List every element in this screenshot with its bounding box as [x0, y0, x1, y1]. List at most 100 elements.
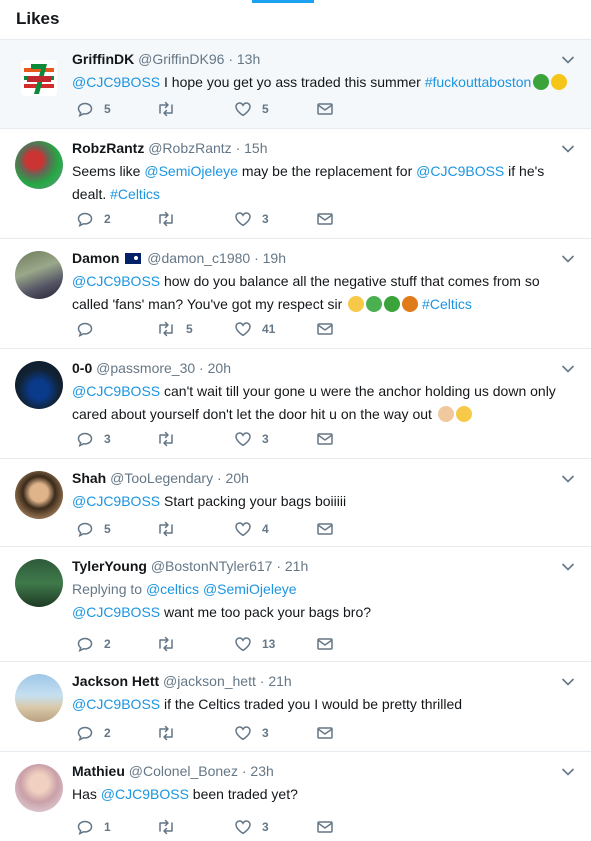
direct-message-button[interactable]	[316, 725, 334, 741]
replie-count: 2	[104, 637, 111, 651]
reply-button[interactable]: 2	[76, 725, 111, 741]
replying-to-user[interactable]: @SemiOjeleye	[203, 581, 297, 597]
like-button[interactable]: 3	[234, 819, 269, 835]
user-name[interactable]: 0-0	[72, 360, 92, 376]
mention-link[interactable]: @CJC9BOSS	[72, 604, 160, 620]
tweet-timestamp[interactable]: 19h	[263, 250, 286, 266]
direct-message-button[interactable]	[316, 321, 334, 337]
tweet-timestamp[interactable]: 20h	[208, 360, 231, 376]
mention-link[interactable]: #Celtics	[110, 186, 160, 202]
user-name[interactable]: TylerYoung	[72, 558, 147, 574]
user-name[interactable]: Jackson Hett	[72, 673, 159, 689]
like-button[interactable]: 3	[234, 431, 269, 447]
tweet[interactable]: 0-0 @passmore_30 · 20h @CJC9BOSS can't wa…	[0, 349, 591, 459]
avatar[interactable]	[15, 361, 63, 409]
tweet[interactable]: TylerYoung @BostonNTyler617 · 21h Replyin…	[0, 547, 591, 662]
replying-to-label: Replying to	[72, 581, 143, 597]
direct-message-button[interactable]	[316, 101, 334, 117]
direct-message-button[interactable]	[316, 636, 334, 652]
user-handle[interactable]: @passmore_30	[96, 360, 195, 376]
chevron-down-icon[interactable]	[561, 559, 575, 571]
direct-message-button[interactable]	[316, 819, 334, 835]
mention-link[interactable]: @CJC9BOSS	[416, 163, 504, 179]
tweet-timestamp[interactable]: 23h	[250, 763, 273, 779]
user-name[interactable]: Damon	[72, 250, 119, 266]
tweet[interactable]: GriffinDK @GriffinDK96 · 13h @CJC9BOSS I …	[0, 40, 591, 129]
tweet-timestamp[interactable]: 20h	[226, 470, 249, 486]
retweet-button[interactable]	[156, 521, 186, 537]
reply-button[interactable]: 5	[76, 521, 111, 537]
mention-link[interactable]: @CJC9BOSS	[72, 696, 160, 712]
reply-button[interactable]: 3	[76, 431, 111, 447]
like-button[interactable]: 41	[234, 321, 275, 337]
tweet-timestamp[interactable]: 21h	[285, 558, 308, 574]
mention-link[interactable]: @CJC9BOSS	[72, 74, 160, 90]
avatar[interactable]	[15, 764, 63, 812]
retweet-button[interactable]: 5	[156, 321, 193, 337]
avatar[interactable]	[15, 471, 63, 519]
avatar[interactable]	[15, 674, 63, 722]
avatar[interactable]	[15, 559, 63, 607]
separator-dot: ·	[231, 140, 245, 156]
retweet-button[interactable]	[156, 725, 186, 741]
user-handle[interactable]: @damon_c1980	[147, 250, 250, 266]
tweet[interactable]: Mathieu @Colonel_Bonez · 23h Has @CJC9BOS…	[0, 752, 591, 841]
heart-icon	[234, 321, 252, 337]
tweet-timestamp[interactable]: 13h	[237, 51, 260, 67]
mention-link[interactable]: #Celtics	[418, 296, 472, 312]
retweet-button[interactable]	[156, 431, 186, 447]
tweet-timestamp[interactable]: 21h	[268, 673, 291, 689]
retweet-button[interactable]	[156, 636, 186, 652]
tweet-timestamp[interactable]: 15h	[244, 140, 267, 156]
chevron-down-icon[interactable]	[561, 251, 575, 263]
direct-message-button[interactable]	[316, 521, 334, 537]
like-button[interactable]: 3	[234, 211, 269, 227]
replie-count: 5	[104, 522, 111, 536]
like-button[interactable]: 4	[234, 521, 269, 537]
user-name[interactable]: Shah	[72, 470, 106, 486]
avatar[interactable]	[15, 54, 63, 102]
mention-link[interactable]: @CJC9BOSS	[72, 383, 160, 399]
mention-link[interactable]: @SemiOjeleye	[144, 163, 238, 179]
user-handle[interactable]: @jackson_hett	[163, 673, 256, 689]
like-button[interactable]: 13	[234, 636, 275, 652]
avatar[interactable]	[15, 251, 63, 299]
reply-button[interactable]: 2	[76, 636, 111, 652]
mention-link[interactable]: #fuckouttaboston	[425, 74, 532, 90]
chevron-down-icon[interactable]	[561, 141, 575, 153]
chevron-down-icon[interactable]	[561, 52, 575, 64]
user-name[interactable]: Mathieu	[72, 763, 125, 779]
mention-link[interactable]: @CJC9BOSS	[101, 786, 189, 802]
direct-message-button[interactable]	[316, 211, 334, 227]
chevron-down-icon[interactable]	[561, 361, 575, 373]
chevron-down-icon[interactable]	[561, 674, 575, 686]
user-name[interactable]: RobzRantz	[72, 140, 144, 156]
user-name[interactable]: GriffinDK	[72, 51, 134, 67]
avatar[interactable]	[15, 141, 63, 189]
user-handle[interactable]: @Colonel_Bonez	[129, 763, 238, 779]
user-handle[interactable]: @TooLegendary	[110, 470, 213, 486]
chevron-down-icon[interactable]	[561, 764, 575, 776]
tweet[interactable]: Shah @TooLegendary · 20h @CJC9BOSS Start …	[0, 459, 591, 547]
like-button[interactable]: 5	[234, 101, 269, 117]
retweet-button[interactable]	[156, 101, 186, 117]
retweet-button[interactable]	[156, 211, 186, 227]
user-handle[interactable]: @BostonNTyler617	[151, 558, 273, 574]
replying-to-user[interactable]: @celtics	[146, 581, 199, 597]
like-button[interactable]: 3	[234, 725, 269, 741]
mention-link[interactable]: @CJC9BOSS	[72, 493, 160, 509]
user-handle[interactable]: @GriffinDK96	[138, 51, 224, 67]
retweet-button[interactable]	[156, 819, 186, 835]
tweet[interactable]: Damon @damon_c1980 · 19h @CJC9BOSS how do…	[0, 239, 591, 349]
direct-message-button[interactable]	[316, 431, 334, 447]
mention-link[interactable]: @CJC9BOSS	[72, 273, 160, 289]
user-handle[interactable]: @RobzRantz	[148, 140, 231, 156]
reply-button[interactable]: 1	[76, 819, 111, 835]
retweet-icon	[156, 636, 176, 652]
reply-button[interactable]	[76, 321, 104, 337]
reply-button[interactable]: 5	[76, 101, 111, 117]
tweet[interactable]: RobzRantz @RobzRantz · 15h Seems like @Se…	[0, 129, 591, 239]
tweet[interactable]: Jackson Hett @jackson_hett · 21h @CJC9BOS…	[0, 662, 591, 752]
chevron-down-icon[interactable]	[561, 471, 575, 483]
reply-button[interactable]: 2	[76, 211, 111, 227]
